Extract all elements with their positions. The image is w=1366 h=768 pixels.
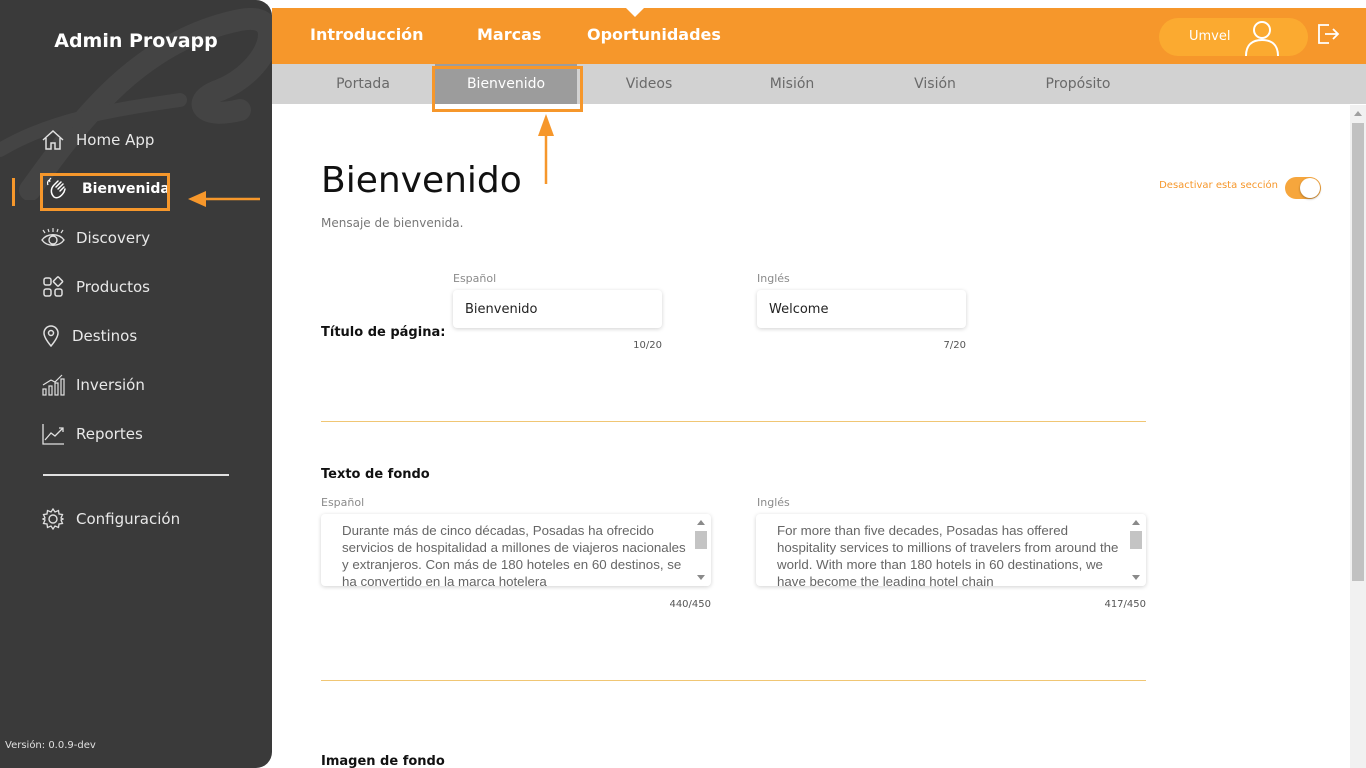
english-label: Inglés [757, 272, 790, 285]
line-chart-icon [40, 421, 66, 447]
bar-chart-icon [40, 372, 66, 398]
scroll-up-icon[interactable] [1132, 520, 1140, 525]
sidebar-item-label: Home App [76, 131, 155, 149]
sidebar-item-reportes[interactable]: Reportes [40, 419, 143, 449]
user-menu-button[interactable]: Umvel [1159, 18, 1308, 56]
background-text-en-textarea[interactable]: For more than five decades, Posadas has … [756, 514, 1146, 586]
sidebar-item-label: Configuración [76, 510, 181, 528]
char-counter: 417/450 [1104, 599, 1146, 610]
tab-vision[interactable]: Visión [864, 64, 1006, 104]
toggle-label: Desactivar esta sección [1159, 180, 1278, 191]
page-title-es-input[interactable] [453, 290, 662, 328]
page-title-en-input[interactable] [757, 290, 966, 328]
map-pin-icon [40, 323, 62, 349]
highlight-box [40, 173, 170, 211]
home-icon [40, 127, 66, 153]
section-divider [321, 680, 1146, 681]
app-version: Versión: 0.0.9-dev [5, 740, 96, 751]
scroll-down-icon[interactable] [1132, 575, 1140, 580]
topnav-oportunidades[interactable]: Oportunidades [587, 25, 721, 44]
user-avatar-icon [1245, 21, 1279, 56]
sidebar-item-label: Reportes [76, 425, 143, 443]
scroll-up-icon[interactable] [697, 520, 705, 525]
arrow-left-icon [188, 191, 260, 207]
sidebar-item-destinos[interactable]: Destinos [40, 321, 137, 351]
sidebar-item-label: Destinos [72, 327, 138, 345]
background-image-label: Imagen de fondo [321, 754, 445, 768]
page-subtitle: Mensaje de bienvenida. [321, 216, 464, 230]
page-scrollbar[interactable] [1350, 105, 1366, 768]
spanish-label: Español [453, 272, 497, 285]
eye-icon [40, 225, 66, 251]
char-counter: 7/20 [943, 340, 966, 351]
scroll-thumb[interactable] [1352, 123, 1364, 581]
sidebar-item-discovery[interactable]: Discovery [40, 223, 150, 253]
page-title-field-label: Título de página: [321, 325, 446, 340]
tab-proposito[interactable]: Propósito [1007, 64, 1149, 104]
app-brand-title: Admin Provapp [54, 30, 218, 52]
app-root: Admin Provapp Home App Bienvenida Discov… [0, 0, 1366, 768]
textarea-scrollbar[interactable] [693, 514, 709, 586]
english-label: Inglés [757, 496, 790, 509]
scroll-up-icon[interactable] [1354, 111, 1362, 116]
active-caret-icon [626, 8, 644, 17]
sidebar: Admin Provapp Home App Bienvenida Discov… [0, 0, 272, 768]
textarea-content: Durante más de cinco décadas, Posadas ha… [342, 523, 686, 586]
sidebar-item-label: Productos [76, 278, 150, 296]
tab-portada[interactable]: Portada [292, 64, 434, 104]
logout-icon[interactable] [1316, 22, 1340, 46]
tab-mision[interactable]: Misión [721, 64, 863, 104]
scroll-down-icon[interactable] [697, 575, 705, 580]
toggle-knob [1300, 178, 1320, 198]
topnav-introduccion[interactable]: Introducción [310, 25, 424, 44]
grid-icon [40, 274, 66, 300]
char-counter: 440/450 [669, 599, 711, 610]
sidebar-divider [43, 474, 229, 476]
highlight-box [432, 66, 583, 112]
spanish-label: Español [321, 496, 365, 509]
sidebar-item-productos[interactable]: Productos [40, 272, 150, 302]
section-toggle[interactable] [1285, 177, 1321, 199]
textarea-scrollbar[interactable] [1128, 514, 1144, 586]
top-navbar: Introducción Marcas Oportunidades Umvel [272, 8, 1366, 64]
sidebar-item-home-app[interactable]: Home App [40, 125, 154, 155]
scroll-thumb[interactable] [1130, 531, 1142, 549]
sidebar-item-configuracion[interactable]: Configuración [40, 504, 180, 534]
topnav-marcas[interactable]: Marcas [477, 25, 541, 44]
tab-videos[interactable]: Videos [578, 64, 720, 104]
section-divider [321, 421, 1146, 422]
user-name: Umvel [1189, 29, 1231, 44]
background-text-label: Texto de fondo [321, 467, 430, 482]
sidebar-item-label: Inversión [76, 376, 145, 394]
background-text-es-textarea[interactable]: Durante más de cinco décadas, Posadas ha… [321, 514, 711, 586]
active-indicator-bar [12, 178, 15, 206]
sidebar-item-inversion[interactable]: Inversión [40, 370, 145, 400]
page-title: Bienvenido [321, 160, 522, 201]
sidebar-item-label: Discovery [76, 229, 151, 247]
textarea-content: For more than five decades, Posadas has … [777, 523, 1119, 586]
gear-icon [40, 506, 66, 532]
arrow-up-icon [538, 114, 554, 184]
scroll-thumb[interactable] [695, 531, 707, 549]
char-counter: 10/20 [633, 340, 662, 351]
